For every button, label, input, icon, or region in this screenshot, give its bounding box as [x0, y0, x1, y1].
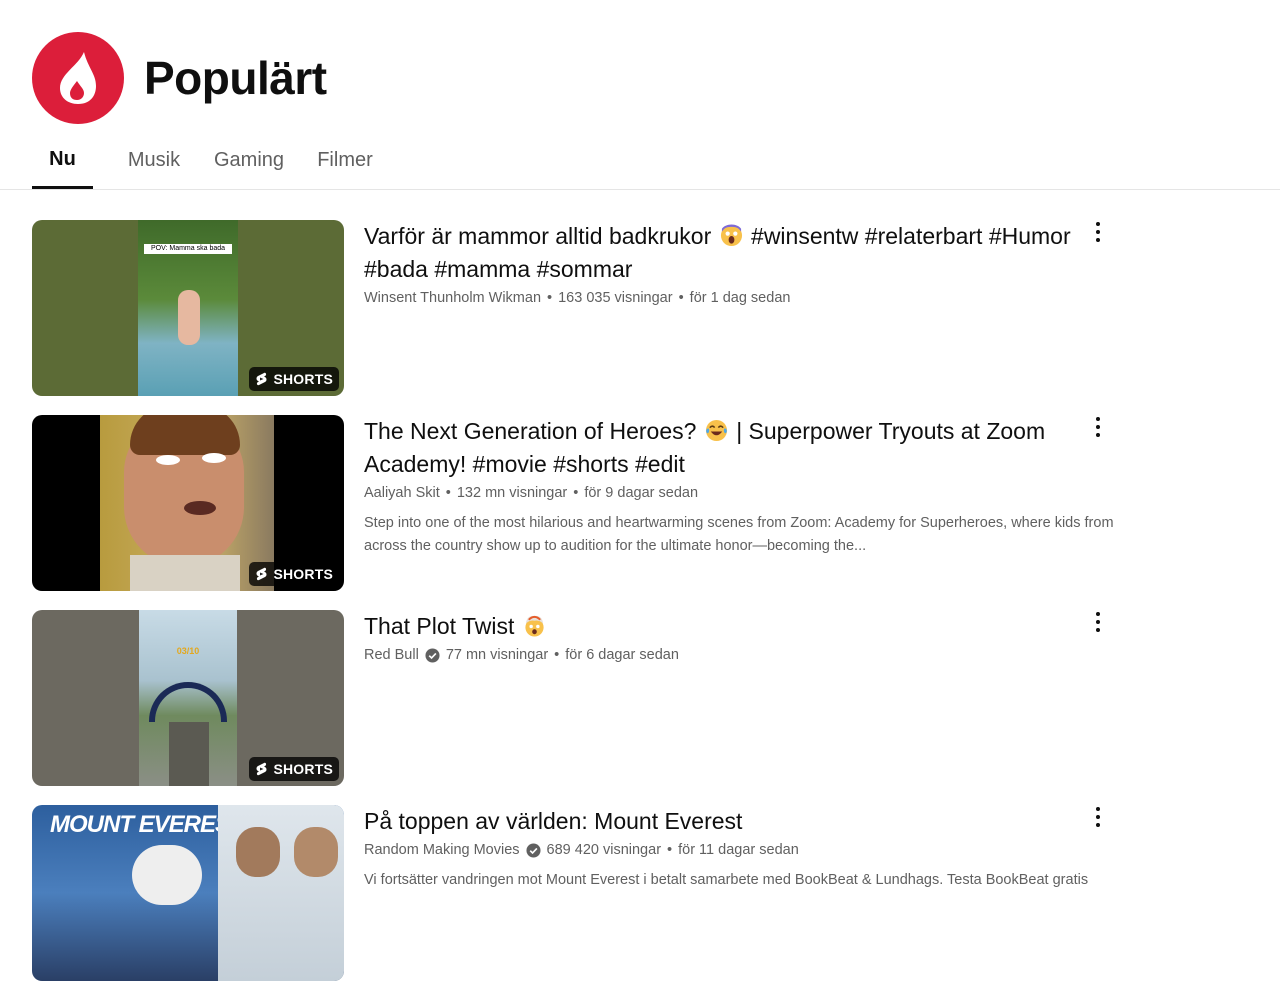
video-thumbnail[interactable]: MOUNT EVEREST [32, 805, 344, 981]
shorts-icon [256, 567, 267, 581]
shorts-badge: SHORTS [249, 757, 339, 781]
video-info: The Next Generation of Heroes? | Superpo… [364, 415, 1134, 558]
view-count: 77 mn visningar [445, 647, 549, 663]
divider [0, 189, 1280, 190]
video-item: POV: Mamma ska bada SHORTS Varför är mam… [32, 220, 1162, 396]
upload-age: för 1 dag sedan [689, 290, 791, 306]
video-meta: Winsent Thunholm Wikman • 163 035 visnin… [364, 290, 791, 306]
video-thumbnail[interactable]: POV: Mamma ska bada SHORTS [32, 220, 344, 396]
tab-bar: Nu Musik Gaming Filmer [32, 132, 406, 189]
video-item: MOUNT EVEREST På toppen av världen: Moun… [32, 805, 1162, 981]
channel-name[interactable]: Winsent Thunholm Wikman [364, 290, 541, 306]
shorts-label: SHORTS [273, 566, 333, 582]
video-title[interactable]: Varför är mammor alltid badkrukor #winse… [364, 220, 1134, 286]
channel-name[interactable]: Red Bull [364, 647, 419, 663]
video-item: SHORTS The Next Generation of Heroes? | … [32, 415, 1162, 591]
tears-of-joy-emoji-icon [705, 419, 727, 442]
channel-name[interactable]: Aaliyah Skit [364, 485, 440, 501]
verified-icon [526, 842, 541, 858]
shorts-label: SHORTS [273, 371, 333, 387]
video-info: På toppen av världen: Mount Everest Rand… [364, 805, 1134, 892]
thumbnail-caption: MOUNT EVEREST [50, 811, 245, 838]
thumbnail-caption: 03/10 [176, 646, 200, 656]
tab-musik[interactable]: Musik [126, 132, 182, 189]
video-meta: Red Bull 77 mn visningar • för 6 dagar s… [364, 647, 679, 663]
verified-icon [425, 647, 440, 663]
more-options-icon[interactable] [1088, 805, 1108, 829]
channel-name[interactable]: Random Making Movies [364, 842, 520, 858]
video-thumbnail[interactable]: SHORTS [32, 415, 344, 591]
more-options-icon[interactable] [1088, 610, 1108, 634]
video-meta: Aaliyah Skit • 132 mn visningar • för 9 … [364, 485, 699, 501]
video-meta: Random Making Movies 689 420 visningar •… [364, 842, 799, 858]
page-header: Populärt [32, 32, 327, 124]
shorts-icon [256, 372, 267, 386]
video-title[interactable]: På toppen av världen: Mount Everest [364, 805, 1134, 838]
upload-age: för 6 dagar sedan [565, 647, 679, 663]
shorts-icon [256, 762, 267, 776]
video-description: Step into one of the most hilarious and … [364, 515, 1114, 554]
trending-logo-icon [32, 32, 124, 124]
view-count: 689 420 visningar [546, 842, 662, 858]
shorts-label: SHORTS [273, 761, 333, 777]
video-title[interactable]: The Next Generation of Heroes? | Superpo… [364, 415, 1134, 481]
shorts-badge: SHORTS [249, 367, 339, 391]
face-screaming-emoji-icon [720, 224, 742, 247]
exploding-head-emoji-icon [525, 615, 544, 637]
thumbnail-caption: POV: Mamma ska bada [144, 244, 232, 254]
tab-nu[interactable]: Nu [32, 132, 93, 189]
view-count: 132 mn visningar [456, 485, 568, 501]
video-info: That Plot Twist Red Bull 77 mn visningar… [364, 610, 1134, 663]
view-count: 163 035 visningar [558, 290, 673, 306]
upload-age: för 9 dagar sedan [584, 485, 699, 501]
video-thumbnail[interactable]: 03/10 SHORTS [32, 610, 344, 786]
video-title[interactable]: That Plot Twist [364, 610, 1134, 643]
page-title: Populärt [144, 52, 327, 104]
upload-age: för 11 dagar sedan [678, 842, 799, 858]
tab-gaming[interactable]: Gaming [214, 132, 284, 189]
tab-filmer[interactable]: Filmer [316, 132, 374, 189]
video-info: Varför är mammor alltid badkrukor #winse… [364, 220, 1134, 306]
video-item: 03/10 SHORTS That Plot Twist Red Bull 77… [32, 610, 1162, 786]
more-options-icon[interactable] [1088, 220, 1108, 244]
shorts-badge: SHORTS [249, 562, 339, 586]
more-options-icon[interactable] [1088, 415, 1108, 439]
video-description: Vi fortsätter vandringen mot Mount Evere… [364, 872, 1089, 888]
